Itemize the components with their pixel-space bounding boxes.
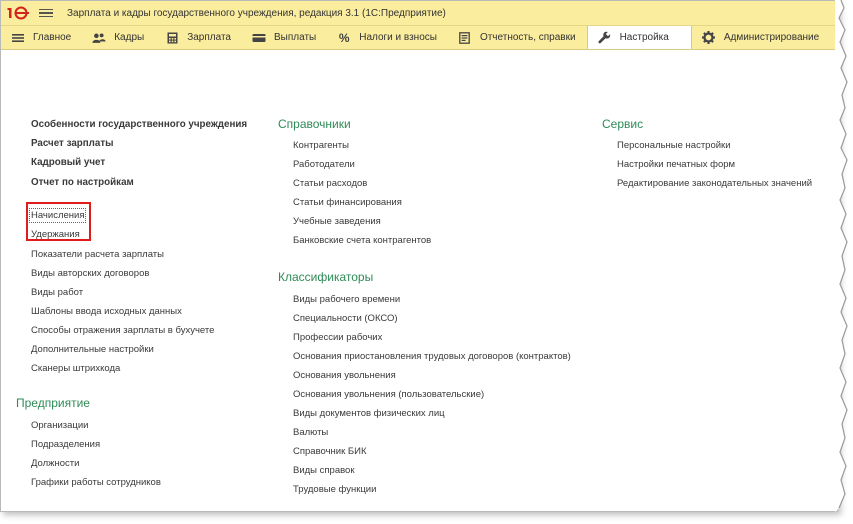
link-specialties-okso[interactable]: Специальности (ОКСО) [293,313,398,324]
group-title-classifiers: Классификаторы [278,270,374,284]
link-educational-institutions[interactable]: Учебные заведения [293,216,381,227]
link-departments[interactable]: Подразделения [31,439,100,450]
section-taxes[interactable]: % Налоги и взносы [327,26,448,49]
section-label: Кадры [114,32,145,43]
section-reports[interactable]: Отчетность, справки [448,26,587,49]
people-icon [92,31,106,45]
group-title-enterprise: Предприятие [16,396,90,410]
link-contract-suspension-grounds[interactable]: Основания приостановления трудовых догов… [293,351,571,362]
wrench-icon [598,31,612,45]
link-payroll-accounting-methods[interactable]: Способы отражения зарплаты в бухучете [31,325,214,336]
link-deductions[interactable]: Удержания [31,229,80,240]
link-worker-professions[interactable]: Профессии рабочих [293,332,382,343]
section-label: Настройка [619,32,669,43]
link-expense-items[interactable]: Статьи расходов [293,178,367,189]
link-input-templates[interactable]: Шаблоны ввода исходных данных [31,306,182,317]
link-funding-items[interactable]: Статьи финансирования [293,197,402,208]
link-personal-settings[interactable]: Персональные настройки [617,140,731,151]
link-barcode-scanners[interactable]: Сканеры штрихкода [31,363,120,374]
title-bar: Зарплата и кадры государственного учрежд… [1,1,837,26]
section-main[interactable]: Главное [1,26,82,49]
group-title-service: Сервис [602,117,644,131]
sections-panel: Главное Кадры Зарплата Выплаты % Налоги … [1,26,837,50]
link-dismissal-grounds-custom[interactable]: Основания увольнения (пользовательские) [293,389,484,400]
link-work-schedules[interactable]: Графики работы сотрудников [31,477,161,488]
link-positions[interactable]: Должности [31,458,79,469]
link-hr-accounting[interactable]: Кадровый учет [31,157,105,168]
link-bik-directory[interactable]: Справочник БИК [293,446,366,457]
report-icon [458,31,472,45]
section-salary[interactable]: Зарплата [155,26,242,49]
link-certificate-types[interactable]: Виды справок [293,465,355,476]
percent-icon: % [338,30,350,45]
link-employers[interactable]: Работодатели [293,159,355,170]
link-print-form-settings[interactable]: Настройки печатных форм [617,159,735,170]
link-dismissal-grounds[interactable]: Основания увольнения [293,370,396,381]
link-settings-report[interactable]: Отчет по настройкам [31,177,134,188]
group-title-catalogs: Справочники [278,117,351,131]
window-title: Зарплата и кадры государственного учрежд… [67,7,446,19]
link-payroll-calculation[interactable]: Расчет зарплаты [31,138,114,149]
section-settings[interactable]: Настройка [586,26,692,49]
calculator-icon [165,31,179,45]
link-legislative-values-editing[interactable]: Редактирование законодательных значений [617,178,812,189]
gear-icon [702,31,716,45]
section-label: Выплаты [274,32,317,43]
section-label: Отчетность, справки [479,32,576,43]
link-currencies[interactable]: Валюты [293,427,328,438]
hamburger-icon [11,31,25,45]
section-label: Зарплата [187,32,231,43]
main-menu-icon[interactable] [39,8,53,18]
section-hr[interactable]: Кадры [82,26,155,49]
wallet-icon [252,31,266,45]
1c-logo-icon[interactable] [7,6,31,20]
section-payments[interactable]: Выплаты [242,26,327,49]
link-identity-document-types[interactable]: Виды документов физических лиц [293,408,445,419]
section-label: Главное [33,32,72,43]
link-organizations[interactable]: Организации [31,420,88,431]
link-labor-functions[interactable]: Трудовые функции [293,484,376,495]
link-work-types[interactable]: Виды работ [31,287,83,298]
app-window: Зарплата и кадры государственного учрежд… [0,0,838,512]
section-admin[interactable]: Администрирование [692,26,830,49]
link-working-time-types[interactable]: Виды рабочего времени [293,294,400,305]
link-additional-settings[interactable]: Дополнительные настройки [31,344,154,355]
link-counterparty-bank-accounts[interactable]: Банковские счета контрагентов [293,235,431,246]
settings-content: Особенности государственного учреждения … [1,50,837,495]
link-state-institution-features[interactable]: Особенности государственного учреждения [31,119,247,130]
link-author-contract-types[interactable]: Виды авторских договоров [31,268,149,279]
link-counterparties[interactable]: Контрагенты [293,140,349,151]
torn-edge-decoration [835,0,848,512]
link-accruals[interactable]: Начисления [28,208,87,223]
section-label: Налоги и взносы [359,32,437,43]
link-payroll-indicators[interactable]: Показатели расчета зарплаты [31,249,164,260]
section-label: Администрирование [723,32,820,43]
